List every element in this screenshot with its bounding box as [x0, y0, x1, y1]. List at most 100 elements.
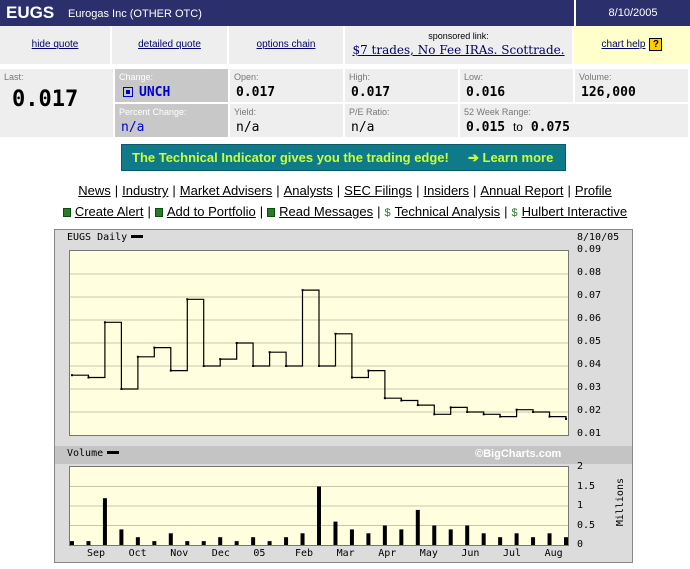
company-name: Eurogas Inc (OTHER OTC) [68, 8, 202, 20]
unchanged-icon [123, 87, 133, 97]
volume-bar [317, 486, 321, 545]
nav-link-industry[interactable]: Industry [122, 183, 168, 198]
price-point [499, 415, 502, 418]
price-tick-label: 0.08 [577, 267, 602, 278]
chart-help-link[interactable]: chart help [602, 39, 646, 50]
price-tick-label: 0.07 [577, 290, 602, 301]
nav-link-market-advisers[interactable]: Market Advisers [180, 183, 272, 198]
price-point [367, 369, 370, 372]
month-tick-label: Jun [461, 548, 480, 559]
price-tick-label: 0.09 [577, 244, 602, 255]
volume-bar [531, 537, 536, 545]
volume-label: Volume: [579, 72, 612, 82]
volume-bar [481, 533, 486, 545]
help-icon[interactable]: ? [649, 37, 663, 51]
price-point [202, 365, 205, 367]
nav-separator: | [172, 183, 176, 198]
volume-bar [135, 537, 140, 545]
volume-bar [415, 509, 420, 545]
low-value: 0.016 [466, 85, 506, 100]
nav-link-hulbert-interactive[interactable]: Hulbert Interactive [522, 204, 628, 219]
price-point [548, 415, 551, 418]
volume-title: Volume [67, 448, 104, 459]
nav-link-technical-analysis[interactable]: Technical Analysis [395, 204, 501, 219]
volume-bar [432, 525, 437, 545]
nav-separator: | [147, 204, 151, 219]
last-value: 0.017 [12, 87, 79, 112]
hide-quote-link[interactable]: hide quote [32, 39, 79, 50]
volume-plot-area [69, 466, 569, 546]
month-tick-label: Nov [170, 548, 189, 559]
price-chart: EUGS Daily 8/10/05 0.09 0.08 0.07 0.06 0.05 0… [54, 229, 633, 563]
volume-bar [564, 537, 568, 545]
volume-tick-label: 0.5 [577, 519, 596, 531]
month-tick-label: Mar [336, 548, 355, 559]
volume-bar [349, 529, 354, 545]
percent-change-cell: Percent Change: n/a [115, 104, 230, 139]
volume-bar [547, 533, 552, 545]
price-plot-area [69, 250, 569, 436]
nav-link-news[interactable]: News [78, 183, 111, 198]
premium-dollar-icon: $ [384, 207, 391, 219]
technical-indicator-banner[interactable]: The Technical Indicator gives you the tr… [121, 144, 566, 171]
nav-link-read-messages[interactable]: Read Messages [279, 204, 373, 219]
month-tick-label: Aug [544, 548, 563, 559]
volume-bar [70, 541, 74, 545]
percent-change-label: Percent Change: [119, 107, 187, 117]
volume-bar [366, 533, 371, 545]
options-chain-link[interactable]: options chain [257, 39, 316, 50]
price-tick-label: 0.01 [577, 428, 602, 439]
quote-header: EUGS Eurogas Inc (OTHER OTC) 8/10/2005 [0, 0, 690, 26]
price-point [235, 342, 238, 344]
quote-date: 8/10/2005 [574, 0, 690, 26]
low-cell: Low: 0.016 [460, 69, 575, 104]
sponsored-link-box: sponsored link: $7 trades, No Fee IRAs. … [345, 26, 572, 64]
nav-link-insiders[interactable]: Insiders [423, 183, 469, 198]
nav-link-annual-report[interactable]: Annual Report [480, 183, 563, 198]
volume-bar [119, 529, 124, 545]
price-point [219, 358, 222, 361]
price-point [268, 351, 271, 354]
volume-bar [234, 541, 239, 545]
price-point [301, 289, 304, 292]
nav-link-create-alert[interactable]: Create Alert [75, 204, 144, 219]
percent-change-value: n/a [121, 120, 145, 135]
price-tick-label: 0.03 [577, 382, 602, 393]
options-chain-cell: options chain [229, 26, 345, 64]
tool-icon [154, 208, 163, 217]
volume-bar [333, 521, 338, 545]
volume-header: Volume ©BigCharts.com [55, 446, 632, 464]
price-point [466, 411, 469, 413]
premium-dollar-icon: $ [511, 207, 518, 219]
price-tick-label: 0.05 [577, 336, 602, 347]
volume-bar [201, 541, 206, 545]
tool-icon [267, 208, 276, 217]
high-value: 0.017 [351, 85, 391, 100]
nav-link-analysts[interactable]: Analysts [284, 183, 333, 198]
volume-bar [267, 541, 272, 545]
volume-bar [251, 537, 256, 545]
range-to: to [512, 120, 523, 134]
nav-separator: | [567, 183, 571, 198]
low-label: Low: [464, 72, 484, 82]
volume-value: 126,000 [581, 85, 636, 100]
chart-date: 8/10/05 [577, 232, 620, 243]
price-point [416, 404, 419, 407]
volume-bar [465, 525, 470, 545]
sponsored-link[interactable]: $7 trades, No Fee IRAs. Scottrade. [352, 43, 564, 57]
yield-value: n/a [236, 120, 260, 135]
primary-nav: News | Industry | Market Advisers | Analysts | S… [0, 183, 690, 198]
nav-link-add-to-portfolio[interactable]: Add to Portfolio [167, 204, 256, 219]
price-point [186, 298, 189, 301]
banner-text: The Technical Indicator gives you the tr… [132, 150, 449, 165]
volume-plot-svg [70, 486, 568, 545]
hide-quote-cell: hide quote [0, 26, 112, 64]
detailed-quote-link[interactable]: detailed quote [138, 39, 201, 50]
learn-more-link[interactable]: ➔ Learn more [468, 150, 553, 166]
nav-link-sec-filings[interactable]: SEC Filings [344, 183, 412, 198]
nav-link-profile[interactable]: Profile [575, 183, 612, 198]
price-tick-label: 0.04 [577, 359, 602, 370]
month-tick-label: Sep [87, 548, 106, 559]
52-week-range-label: 52 Week Range: [464, 107, 531, 117]
price-point [318, 365, 320, 367]
